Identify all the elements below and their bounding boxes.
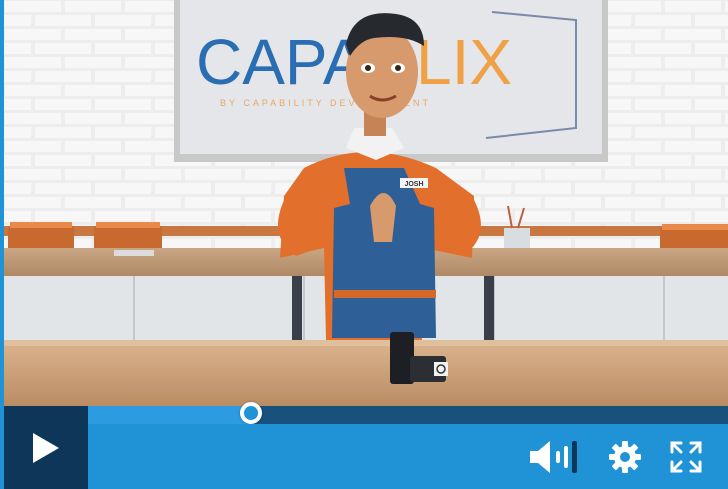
fullscreen-button[interactable]	[664, 436, 708, 478]
progress-fill	[88, 406, 251, 424]
logo-text-dark: CAPA	[196, 26, 366, 98]
name-tag: JOSH	[404, 181, 423, 188]
progress-handle[interactable]	[240, 402, 262, 424]
logo-text-orange: LIX	[416, 26, 512, 98]
video-player: CAPA LIX BY CAPABILITY DEVELOPMENT JOSH	[0, 0, 728, 489]
gear-icon	[609, 441, 641, 473]
fullscreen-icon	[670, 441, 702, 473]
front-table	[4, 344, 728, 408]
video-frame[interactable]: CAPA LIX BY CAPABILITY DEVELOPMENT JOSH	[4, 0, 728, 408]
play-button[interactable]	[4, 406, 88, 489]
video-scene: CAPA LIX BY CAPABILITY DEVELOPMENT JOSH	[4, 0, 728, 408]
volume-button[interactable]	[526, 436, 586, 478]
volume-icon	[530, 441, 577, 473]
play-icon	[33, 432, 59, 463]
settings-button[interactable]	[604, 436, 646, 478]
progress-track[interactable]	[88, 406, 728, 424]
